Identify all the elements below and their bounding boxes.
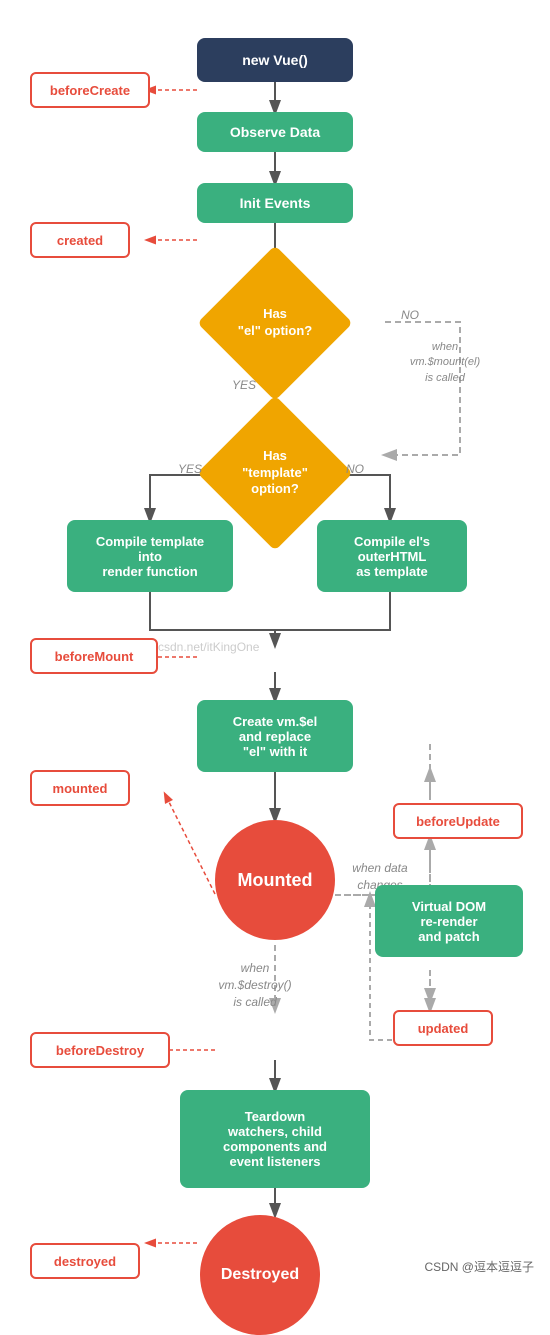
before-update-hook: beforeUpdate — [393, 803, 523, 839]
before-mount-hook: beforeMount — [30, 638, 158, 674]
create-vm-box: Create vm.$el and replace "el" with it — [197, 700, 353, 772]
teardown-box: Teardown watchers, child components and … — [180, 1090, 370, 1188]
destroyed-hook: destroyed — [30, 1243, 140, 1279]
has-template-diamond: Has "template" option? — [220, 418, 330, 528]
watermark: csdn.net/itKingOne — [158, 640, 259, 654]
no-label-template: NO — [335, 462, 375, 476]
compile-template-box: Compile template into render function — [67, 520, 233, 592]
when-destroy-label: whenvm.$destroy()is called — [195, 960, 315, 1010]
mounted-hook: mounted — [30, 770, 130, 806]
new-vue-box: new Vue() — [197, 38, 353, 82]
has-el-diamond: Has "el" option? — [220, 268, 330, 378]
when-mount-label: whenvm.$mount(el)is called — [395, 340, 495, 386]
compile-outerhtml-box: Compile el's outerHTML as template — [317, 520, 467, 592]
observe-data-box: Observe Data — [197, 112, 353, 152]
no-label-el: NO — [390, 308, 430, 322]
mounted-circle: Mounted — [215, 820, 335, 940]
virtual-dom-box: Virtual DOM re-render and patch — [375, 885, 523, 957]
updated-hook: updated — [393, 1010, 493, 1046]
init-events-box: Init Events — [197, 183, 353, 223]
lifecycle-diagram: new Vue() beforeCreate Observe Data Init… — [0, 0, 550, 1283]
destroyed-circle: Destroyed — [200, 1215, 320, 1335]
before-create-hook: beforeCreate — [30, 72, 150, 108]
yes-label-template: YES — [170, 462, 210, 476]
created-hook: created — [30, 222, 130, 258]
footer: CSDN @逗本逗逗子 — [424, 1258, 534, 1273]
yes-label-el: YES — [224, 378, 264, 392]
before-destroy-hook: beforeDestroy — [30, 1032, 170, 1068]
